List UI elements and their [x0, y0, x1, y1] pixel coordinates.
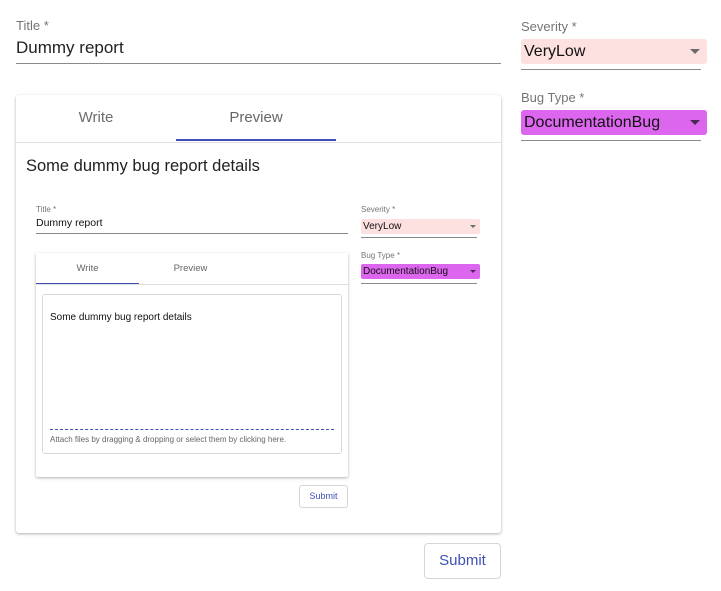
nested-tabs-divider [36, 284, 348, 285]
caret-down-icon [470, 270, 476, 273]
nested-description-card: Write Preview Some dummy bug report deta… [36, 253, 348, 477]
nested-attach-hint: Attach files by dragging & dropping or s… [50, 435, 287, 444]
nested-tab-preview: Preview [173, 263, 208, 274]
severity-underline [521, 69, 701, 70]
nested-bug-type-label: Bug Type * [361, 251, 400, 260]
bug-type-select[interactable]: DocumentationBug [521, 110, 707, 135]
nested-editor: Some dummy bug report details Attach fil… [42, 294, 342, 454]
nested-severity-value: VeryLow [363, 221, 402, 232]
title-input-underline [16, 63, 501, 64]
bug-type-label: Bug Type * [521, 90, 585, 105]
title-label: Title * [16, 18, 49, 33]
nested-title-input: Dummy report [36, 217, 103, 229]
submit-button[interactable]: Submit [424, 543, 501, 579]
tabs-divider [16, 142, 501, 143]
caret-down-icon [470, 225, 476, 228]
nested-submit-button: Submit [299, 485, 348, 508]
nested-tab-write: Write [76, 263, 99, 274]
nested-editor-text: Some dummy bug report details [50, 312, 192, 323]
tab-preview[interactable]: Preview [176, 95, 336, 142]
nested-severity-label: Severity * [361, 205, 396, 214]
bug-type-underline [521, 140, 701, 141]
caret-down-icon[interactable] [690, 120, 700, 125]
caret-down-icon[interactable] [690, 49, 700, 54]
severity-select[interactable]: VeryLow [521, 39, 707, 64]
preview-text: Some dummy bug report details [26, 157, 260, 175]
severity-label: Severity * [521, 19, 577, 34]
tab-write[interactable]: Write [16, 95, 176, 142]
nested-dropzone-border [50, 429, 334, 430]
nested-severity-underline [361, 237, 477, 238]
severity-value: VeryLow [524, 43, 586, 60]
nested-title-label: Title * [36, 205, 57, 214]
nested-title-underline [36, 233, 348, 234]
nested-bug-type-value: DocumentationBug [363, 266, 449, 277]
nested-severity-select: VeryLow [361, 219, 480, 234]
title-input[interactable]: Dummy report [16, 38, 124, 58]
bug-type-value: DocumentationBug [524, 114, 661, 131]
nested-bug-type-select: DocumentationBug [361, 264, 480, 279]
active-tab-indicator [176, 139, 336, 141]
nested-bug-type-underline [361, 283, 477, 284]
